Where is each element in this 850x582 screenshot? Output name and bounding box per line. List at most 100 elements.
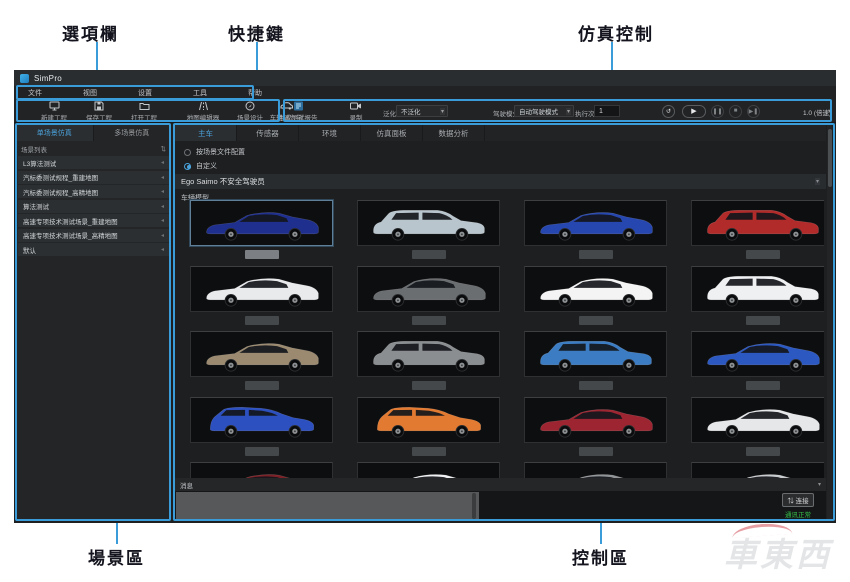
record-button[interactable]: 录制 [330, 101, 382, 122]
menu-item-2[interactable]: 设置 [124, 88, 179, 98]
map-editor-icon [177, 101, 229, 111]
main-scrollbar[interactable] [827, 125, 832, 519]
message-bar[interactable]: 消息 ▾ [175, 478, 826, 491]
scene-list-item-1[interactable]: 汽标委测试规程_重建地图◂ [18, 171, 169, 184]
car-cell-14 [524, 397, 667, 459]
radio-icon [184, 163, 191, 170]
generalize-label: 泛化 [383, 108, 396, 118]
car-model-label [245, 316, 279, 325]
main-tab-4[interactable]: 数据分析 [423, 125, 485, 141]
car-model-0[interactable] [190, 200, 333, 246]
car-model-label [746, 250, 780, 259]
vehicle-model-grid [187, 198, 824, 478]
car-model-7[interactable] [691, 266, 824, 312]
menu-item-3[interactable]: 工具 [179, 88, 234, 98]
main-tab-3[interactable]: 仿真面板 [361, 125, 423, 141]
app-title: SimPro [34, 74, 62, 83]
main-tab-1[interactable]: 传感器 [237, 125, 299, 141]
toolbar-button-3[interactable]: 地图编辑器 [177, 101, 229, 122]
car-model-17[interactable] [357, 462, 500, 478]
car-model-label [746, 381, 780, 390]
car-model-16[interactable] [190, 462, 333, 478]
record-icon [330, 101, 382, 111]
car-cell-17 [357, 462, 500, 478]
car-model-3[interactable] [691, 200, 824, 246]
control-panel: 主车传感器环境仿真面板数据分析 按场景文件配置自定义 Ego Saimo 不安全… [173, 124, 834, 521]
car-model-15[interactable] [691, 397, 824, 443]
car-model-label [245, 447, 279, 456]
menu-bar: 文件视图设置工具帮助 [14, 86, 836, 100]
main-tab-2[interactable]: 环境 [299, 125, 361, 141]
callout-line-scene [116, 522, 118, 544]
generate-report-button[interactable]: 生成测试报告 [272, 101, 324, 122]
drive-mode-dropdown[interactable]: 自动驾驶模式 ▾ [514, 105, 574, 117]
speed-value: 1.0 (倍速) [803, 107, 831, 117]
car-cell-15 [691, 397, 824, 459]
car-model-2[interactable] [524, 200, 667, 246]
reset-button[interactable]: ↺ [662, 105, 675, 118]
radio-icon [184, 149, 191, 156]
app-logo-icon [20, 74, 29, 83]
car-model-label [412, 381, 446, 390]
car-cell-8 [190, 331, 333, 393]
car-cell-4 [190, 266, 333, 328]
scene-list-item-0[interactable]: L3算法测试◂ [18, 156, 169, 169]
connect-button[interactable]: ⇅ 连接 [782, 493, 813, 507]
car-cell-5 [357, 266, 500, 328]
speed-dropdown[interactable]: ▾ [828, 107, 831, 115]
sidebar-tab-0[interactable]: 单场景仿真 [16, 125, 94, 141]
main-tab-0[interactable]: 主车 [175, 125, 237, 141]
sidebar-tab-1[interactable]: 多场景仿真 [94, 125, 172, 141]
car-cell-0 [190, 200, 333, 262]
car-model-1[interactable] [357, 200, 500, 246]
car-cell-7 [691, 266, 824, 328]
config-radio-1[interactable]: 自定义 [184, 161, 217, 171]
exec-count-input[interactable]: 1 [594, 105, 620, 117]
sort-refresh-icon[interactable]: ⇅ [161, 145, 166, 153]
car-model-label [412, 250, 446, 259]
ego-vehicle-header[interactable]: Ego Saimo 不安全驾驶员 ▾ [175, 174, 826, 189]
car-model-label [245, 381, 279, 390]
step-button[interactable]: ▶❚ [747, 105, 760, 118]
car-model-13[interactable] [357, 397, 500, 443]
config-radio-0[interactable]: 按场景文件配置 [184, 147, 245, 157]
stop-button[interactable]: ■ [729, 105, 742, 118]
car-model-6[interactable] [524, 266, 667, 312]
toolbar-button-2[interactable]: 打开工程 [118, 101, 170, 122]
car-model-label [746, 447, 780, 456]
message-log-area [176, 492, 479, 520]
car-cell-3 [691, 200, 824, 262]
car-model-14[interactable] [524, 397, 667, 443]
scene-list-item-5[interactable]: 高速专项技术测试场景_高精地图◂ [18, 229, 169, 242]
car-model-label [412, 447, 446, 456]
menu-item-4[interactable]: 帮助 [234, 88, 289, 98]
scene-list-item-2[interactable]: 汽标委测试规程_高精地图◂ [18, 185, 169, 198]
car-cell-18 [524, 462, 667, 478]
expand-arrow-icon: ◂ [161, 174, 164, 181]
car-model-18[interactable] [524, 462, 667, 478]
car-model-9[interactable] [357, 331, 500, 377]
expand-arrow-icon: ◂ [161, 203, 164, 210]
menu-item-1[interactable]: 视图 [69, 88, 124, 98]
menu-item-0[interactable]: 文件 [14, 88, 69, 98]
message-scrollbar[interactable] [472, 493, 476, 519]
car-model-label [579, 447, 613, 456]
play-button[interactable]: ▶ [682, 105, 706, 118]
car-model-4[interactable] [190, 266, 333, 312]
pause-button[interactable]: ❚❚ [711, 105, 724, 118]
car-model-8[interactable] [190, 331, 333, 377]
generalize-dropdown[interactable]: 不泛化 ▾ [396, 105, 448, 117]
chevron-down-icon: ▾ [815, 178, 820, 185]
scene-list-item-3[interactable]: 算法测试◂ [18, 200, 169, 213]
car-model-12[interactable] [190, 397, 333, 443]
car-model-5[interactable] [357, 266, 500, 312]
car-cell-9 [357, 331, 500, 393]
car-cell-12 [190, 397, 333, 459]
scrollbar-thumb[interactable] [828, 129, 832, 187]
chevron-down-icon: ▾ [566, 108, 571, 115]
car-model-10[interactable] [524, 331, 667, 377]
scene-list-item-4[interactable]: 高速专项技术测试场景_重建地图◂ [18, 214, 169, 227]
car-model-11[interactable] [691, 331, 824, 377]
car-model-19[interactable] [691, 462, 824, 478]
scene-list-item-6[interactable]: 默认◂ [18, 243, 169, 256]
